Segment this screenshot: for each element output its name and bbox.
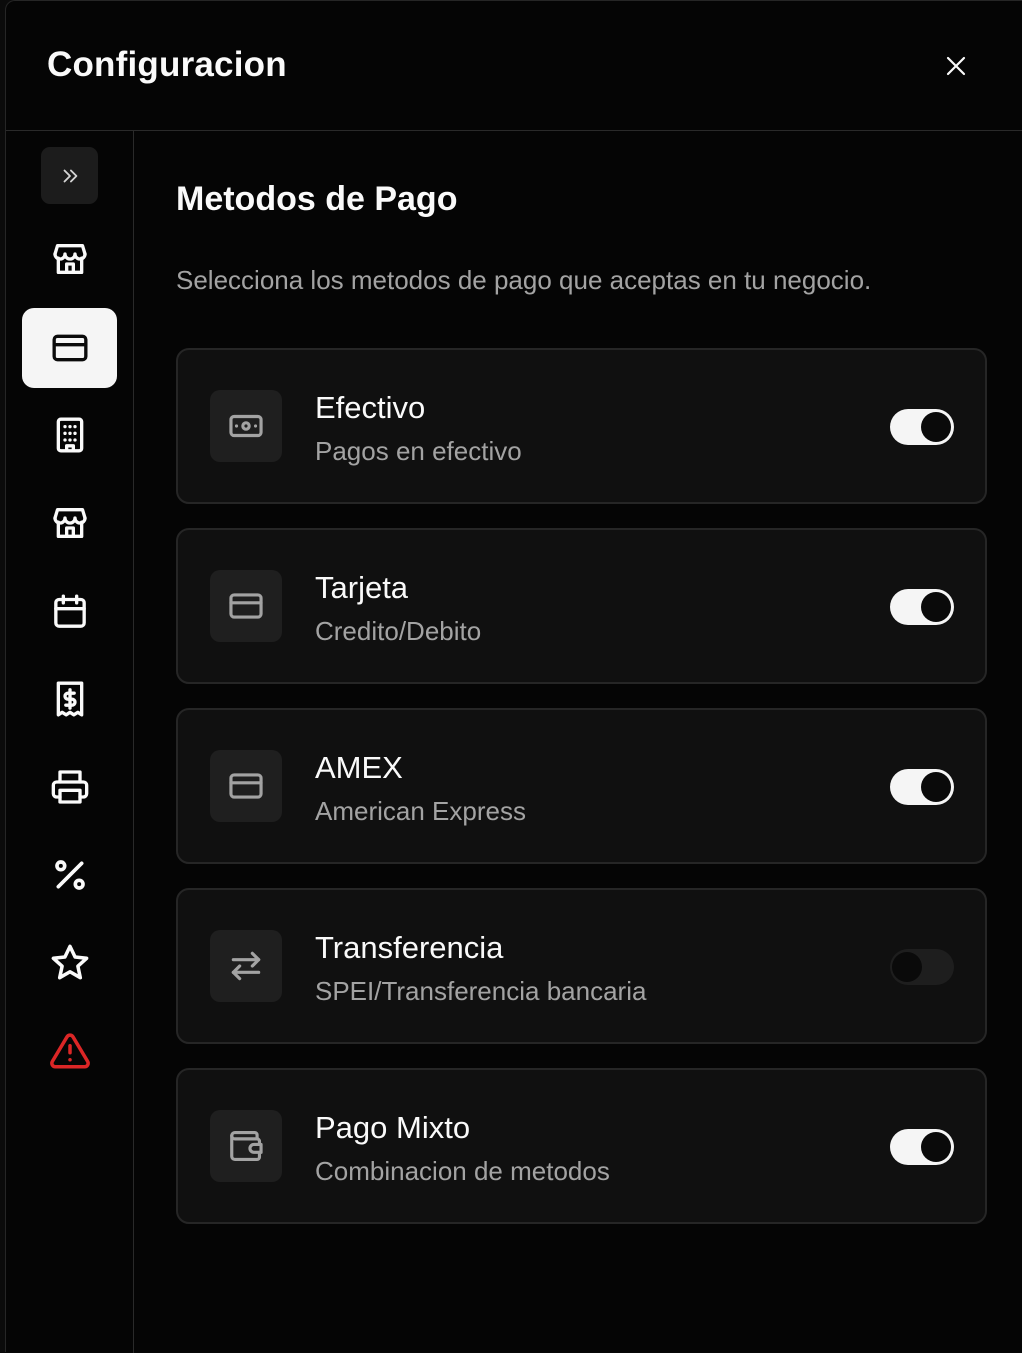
alert-triangle-icon (49, 1030, 91, 1072)
section-description: Selecciona los metodos de pago que acept… (176, 265, 872, 295)
sidebar-item-payment-methods[interactable] (22, 308, 117, 388)
store-icon (50, 503, 90, 543)
settings-sidebar (6, 131, 134, 1353)
credit-card-icon (50, 328, 90, 368)
sidebar-item-business[interactable] (22, 219, 117, 299)
toggle-knob (892, 952, 922, 982)
payment-method-card-mixed: Pago Mixto Combinacion de metodos (176, 1068, 987, 1224)
dialog-title: Configuracion (47, 45, 287, 84)
sidebar-item-danger-zone[interactable] (22, 1011, 117, 1091)
printer-icon (50, 767, 90, 807)
star-icon (49, 942, 91, 984)
credit-card-icon (227, 587, 265, 625)
wallet-icon (227, 1127, 265, 1165)
payment-method-title: Transferencia (315, 930, 504, 965)
toggle-knob (921, 592, 951, 622)
credit-card-icon (227, 767, 265, 805)
transfer-arrows-icon (227, 947, 265, 985)
section-title: Metodos de Pago (176, 180, 458, 218)
settings-dialog: Configuracion Metodos de Pago Selecciona… (5, 0, 1022, 1353)
banknote-icon (227, 407, 265, 445)
chevrons-right-icon (59, 165, 81, 187)
payment-method-title: AMEX (315, 750, 403, 785)
payment-method-subtitle: Pagos en efectivo (315, 436, 522, 466)
payment-method-card-card: Tarjeta Credito/Debito (176, 528, 987, 684)
sidebar-item-receipts[interactable] (22, 659, 117, 739)
toggle-cash[interactable] (890, 409, 954, 445)
sidebar-item-company[interactable] (22, 395, 117, 475)
toggle-transfer[interactable] (890, 949, 954, 985)
payment-method-title: Pago Mixto (315, 1110, 471, 1145)
toggle-card[interactable] (890, 589, 954, 625)
payment-method-subtitle: Credito/Debito (315, 616, 482, 646)
payment-method-card-amex: AMEX American Express (176, 708, 987, 864)
toggle-amex[interactable] (890, 769, 954, 805)
close-button[interactable] (936, 46, 976, 86)
card-icon-box (210, 570, 282, 642)
payment-method-title: Efectivo (315, 390, 426, 425)
payment-method-subtitle: American Express (315, 796, 526, 826)
calendar-icon (50, 592, 90, 632)
payment-method-subtitle: SPEI/Transferencia bancaria (315, 976, 647, 1006)
toggle-knob (921, 1132, 951, 1162)
sidebar-item-schedule[interactable] (22, 572, 117, 652)
sidebar-item-loyalty[interactable] (22, 923, 117, 1003)
card-icon-box (210, 750, 282, 822)
store-icon (50, 239, 90, 279)
percent-icon (50, 855, 90, 895)
payment-method-title: Tarjeta (315, 570, 409, 605)
card-icon-box (210, 390, 282, 462)
toggle-mixed[interactable] (890, 1129, 954, 1165)
sidebar-item-branches[interactable] (22, 483, 117, 563)
payment-method-subtitle: Combinacion de metodos (315, 1156, 610, 1186)
close-icon (944, 54, 968, 78)
sidebar-item-discounts[interactable] (22, 835, 117, 915)
card-icon-box (210, 1110, 282, 1182)
building-icon (50, 415, 90, 455)
payment-method-card-cash: Efectivo Pagos en efectivo (176, 348, 987, 504)
payment-method-card-transfer: Transferencia SPEI/Transferencia bancari… (176, 888, 987, 1044)
dialog-header: Configuracion (6, 1, 1022, 131)
toggle-knob (921, 772, 951, 802)
toggle-knob (921, 412, 951, 442)
card-icon-box (210, 930, 282, 1002)
sidebar-item-printing[interactable] (22, 747, 117, 827)
receipt-dollar-icon (50, 679, 90, 719)
expand-sidebar-button[interactable] (41, 147, 98, 204)
